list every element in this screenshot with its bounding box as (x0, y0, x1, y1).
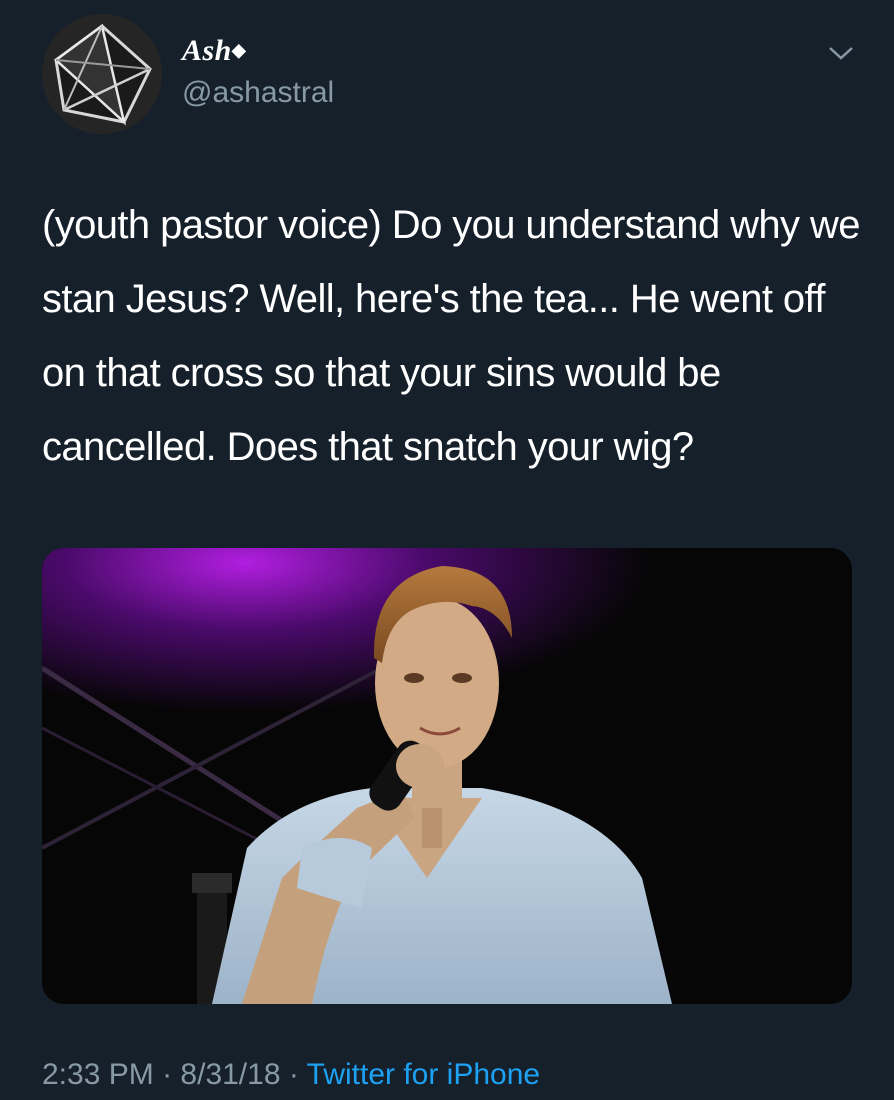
display-name[interactable]: Ash◆ (182, 34, 246, 68)
chevron-down-icon[interactable] (826, 42, 856, 64)
avatar[interactable] (42, 14, 162, 134)
tweet-card: Ash◆ @ashastral (youth pastor voice) Do … (0, 0, 894, 1100)
meta-separator: · (162, 1058, 173, 1091)
tweet-date[interactable]: 8/31/18 (180, 1058, 280, 1091)
geometric-avatar-icon (42, 14, 162, 134)
tweet-time[interactable]: 2:33 PM (42, 1058, 154, 1091)
tweet-text: (youth pastor voice) Do you understand w… (42, 203, 860, 469)
user-handle[interactable]: @ashastral (182, 76, 334, 110)
diamond-icon: ◆ (231, 40, 247, 60)
meta-separator: · (288, 1058, 299, 1091)
tweet-meta: 2:33 PM · 8/31/18 · Twitter for iPhone (42, 1058, 540, 1092)
tweet-source-link[interactable]: Twitter for iPhone (307, 1058, 540, 1091)
tweet-photo[interactable] (42, 548, 852, 1004)
photo-singer-with-microphone (42, 548, 852, 1004)
display-name-text: Ash (182, 34, 232, 67)
